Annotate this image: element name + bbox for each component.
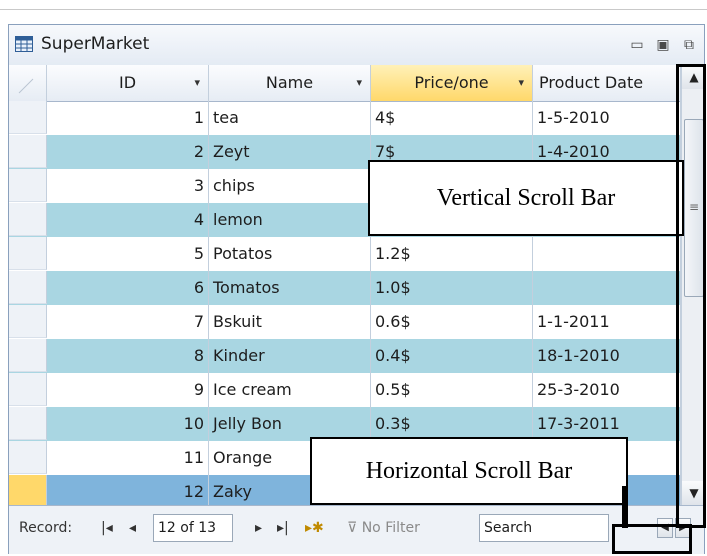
- filter-toggle[interactable]: ⊽ No Filter: [347, 520, 420, 536]
- cell-product-date[interactable]: 1-1-2011: [533, 305, 681, 339]
- cell-name[interactable]: chips: [209, 169, 371, 203]
- table-icon: [15, 36, 33, 52]
- row-selector[interactable]: [9, 441, 47, 474]
- cell-name[interactable]: lemon: [209, 203, 371, 237]
- row-selector[interactable]: [9, 305, 47, 338]
- record-label: Record:: [19, 520, 73, 536]
- column-header-label: ID: [118, 73, 137, 92]
- column-header-name[interactable]: Name ▾: [209, 65, 371, 101]
- cell-name[interactable]: Zeyt: [209, 135, 371, 169]
- cell-price[interactable]: 1.2$: [371, 237, 533, 271]
- cell-id[interactable]: 3: [47, 169, 209, 203]
- cell-product-date[interactable]: 25-3-2010: [533, 373, 681, 407]
- row-selector[interactable]: [9, 169, 47, 202]
- row-selector[interactable]: [9, 101, 47, 134]
- cell-id[interactable]: 12: [47, 475, 209, 505]
- cell-name[interactable]: Ice cream: [209, 373, 371, 407]
- cell-id[interactable]: 8: [47, 339, 209, 373]
- table-row[interactable]: 1 tea 4$ 1-5-2010: [9, 101, 681, 135]
- record-navigation-bar: Record: |◂ ◂ 12 of 13 ▸ ▸| ▸✱ ⊽ No Filte…: [9, 505, 704, 554]
- cell-price[interactable]: 0.3$: [371, 407, 533, 441]
- table-row[interactable]: 9 Ice cream 0.5$ 25-3-2010: [9, 373, 681, 407]
- cell-product-date[interactable]: [533, 271, 681, 305]
- row-selector[interactable]: [9, 373, 47, 406]
- cell-product-date[interactable]: 18-1-2010: [533, 339, 681, 373]
- cell-price[interactable]: 0.4$: [371, 339, 533, 373]
- dropdown-arrow-icon[interactable]: ▾: [356, 65, 362, 101]
- cell-product-date[interactable]: [533, 237, 681, 271]
- column-header-row: ID ▾ Name ▾ Price/one ▾ Product Date: [9, 65, 681, 102]
- cell-id[interactable]: 9: [47, 373, 209, 407]
- cell-product-date[interactable]: 17-3-2011: [533, 407, 681, 441]
- horizontal-scrollbar-pointer: [622, 486, 628, 528]
- column-header-label: Product Date: [539, 73, 644, 92]
- cell-id[interactable]: 11: [47, 441, 209, 475]
- row-selector[interactable]: [9, 135, 47, 168]
- restore-button[interactable]: ▣: [653, 35, 673, 55]
- column-header-label: Price/one: [414, 73, 489, 92]
- cell-id[interactable]: 1: [47, 101, 209, 135]
- page-top-border: [0, 0, 707, 10]
- column-header-label: Name: [265, 73, 314, 92]
- last-record-icon[interactable]: ▸|: [277, 520, 289, 536]
- cell-name[interactable]: Potatos: [209, 237, 371, 271]
- cell-name[interactable]: Tomatos: [209, 271, 371, 305]
- table-row[interactable]: 7 Bskuit 0.6$ 1-1-2011: [9, 305, 681, 339]
- cell-id[interactable]: 5: [47, 237, 209, 271]
- horizontal-scrollbar-callout: Horizontal Scroll Bar: [310, 437, 628, 505]
- cell-price[interactable]: 0.5$: [371, 373, 533, 407]
- filter-label: No Filter: [361, 520, 420, 536]
- row-selector[interactable]: [9, 271, 47, 304]
- cell-name[interactable]: Bskuit: [209, 305, 371, 339]
- cell-price[interactable]: 1.0$: [371, 271, 533, 305]
- cell-price[interactable]: 4$: [371, 101, 533, 135]
- vertical-scrollbar-highlight: [676, 64, 706, 528]
- vertical-scrollbar-callout: Vertical Scroll Bar: [368, 160, 684, 236]
- table-row[interactable]: 5 Potatos 1.2$: [9, 237, 681, 271]
- search-input[interactable]: Search: [479, 514, 609, 542]
- cell-name[interactable]: tea: [209, 101, 371, 135]
- table-row[interactable]: 10 Jelly Bon 0.3$ 17-3-2011: [9, 407, 681, 441]
- column-header-id[interactable]: ID ▾: [47, 65, 209, 101]
- window-title: SuperMarket: [41, 34, 150, 54]
- row-selector[interactable]: [9, 203, 47, 236]
- previous-record-icon[interactable]: ◂: [129, 520, 136, 536]
- funnel-icon: ⊽: [347, 520, 358, 536]
- cell-name[interactable]: Jelly Bon: [209, 407, 371, 441]
- corner-triangle-icon: [18, 78, 34, 94]
- row-selector[interactable]: [9, 407, 47, 440]
- row-selector[interactable]: [9, 237, 47, 270]
- cell-name[interactable]: Kinder: [209, 339, 371, 373]
- minimize-button[interactable]: ▭: [627, 35, 647, 55]
- table-row[interactable]: 8 Kinder 0.4$ 18-1-2010: [9, 339, 681, 373]
- next-record-icon[interactable]: ▸: [255, 520, 262, 536]
- window-titlebar[interactable]: SuperMarket ▭ ▣ ⧉: [9, 25, 704, 65]
- cell-id[interactable]: 4: [47, 203, 209, 237]
- new-record-icon[interactable]: ▸✱: [305, 520, 324, 536]
- current-record-field[interactable]: 12 of 13: [153, 514, 233, 542]
- dropdown-arrow-icon[interactable]: ▾: [518, 65, 524, 101]
- cell-price[interactable]: 0.6$: [371, 305, 533, 339]
- horizontal-scrollbar-highlight: [612, 524, 692, 554]
- cell-id[interactable]: 10: [47, 407, 209, 441]
- cell-product-date[interactable]: 1-5-2010: [533, 101, 681, 135]
- select-all-corner[interactable]: [9, 65, 47, 101]
- dropdown-arrow-icon[interactable]: ▾: [194, 65, 200, 101]
- cell-id[interactable]: 6: [47, 271, 209, 305]
- column-header-price[interactable]: Price/one ▾: [371, 65, 533, 101]
- cell-id[interactable]: 7: [47, 305, 209, 339]
- first-record-icon[interactable]: |◂: [101, 520, 113, 536]
- row-selector[interactable]: [9, 475, 47, 505]
- table-row[interactable]: 6 Tomatos 1.0$: [9, 271, 681, 305]
- cell-id[interactable]: 2: [47, 135, 209, 169]
- close-button[interactable]: ⧉: [679, 35, 699, 55]
- column-header-product-date[interactable]: Product Date: [533, 65, 681, 101]
- row-selector[interactable]: [9, 339, 47, 372]
